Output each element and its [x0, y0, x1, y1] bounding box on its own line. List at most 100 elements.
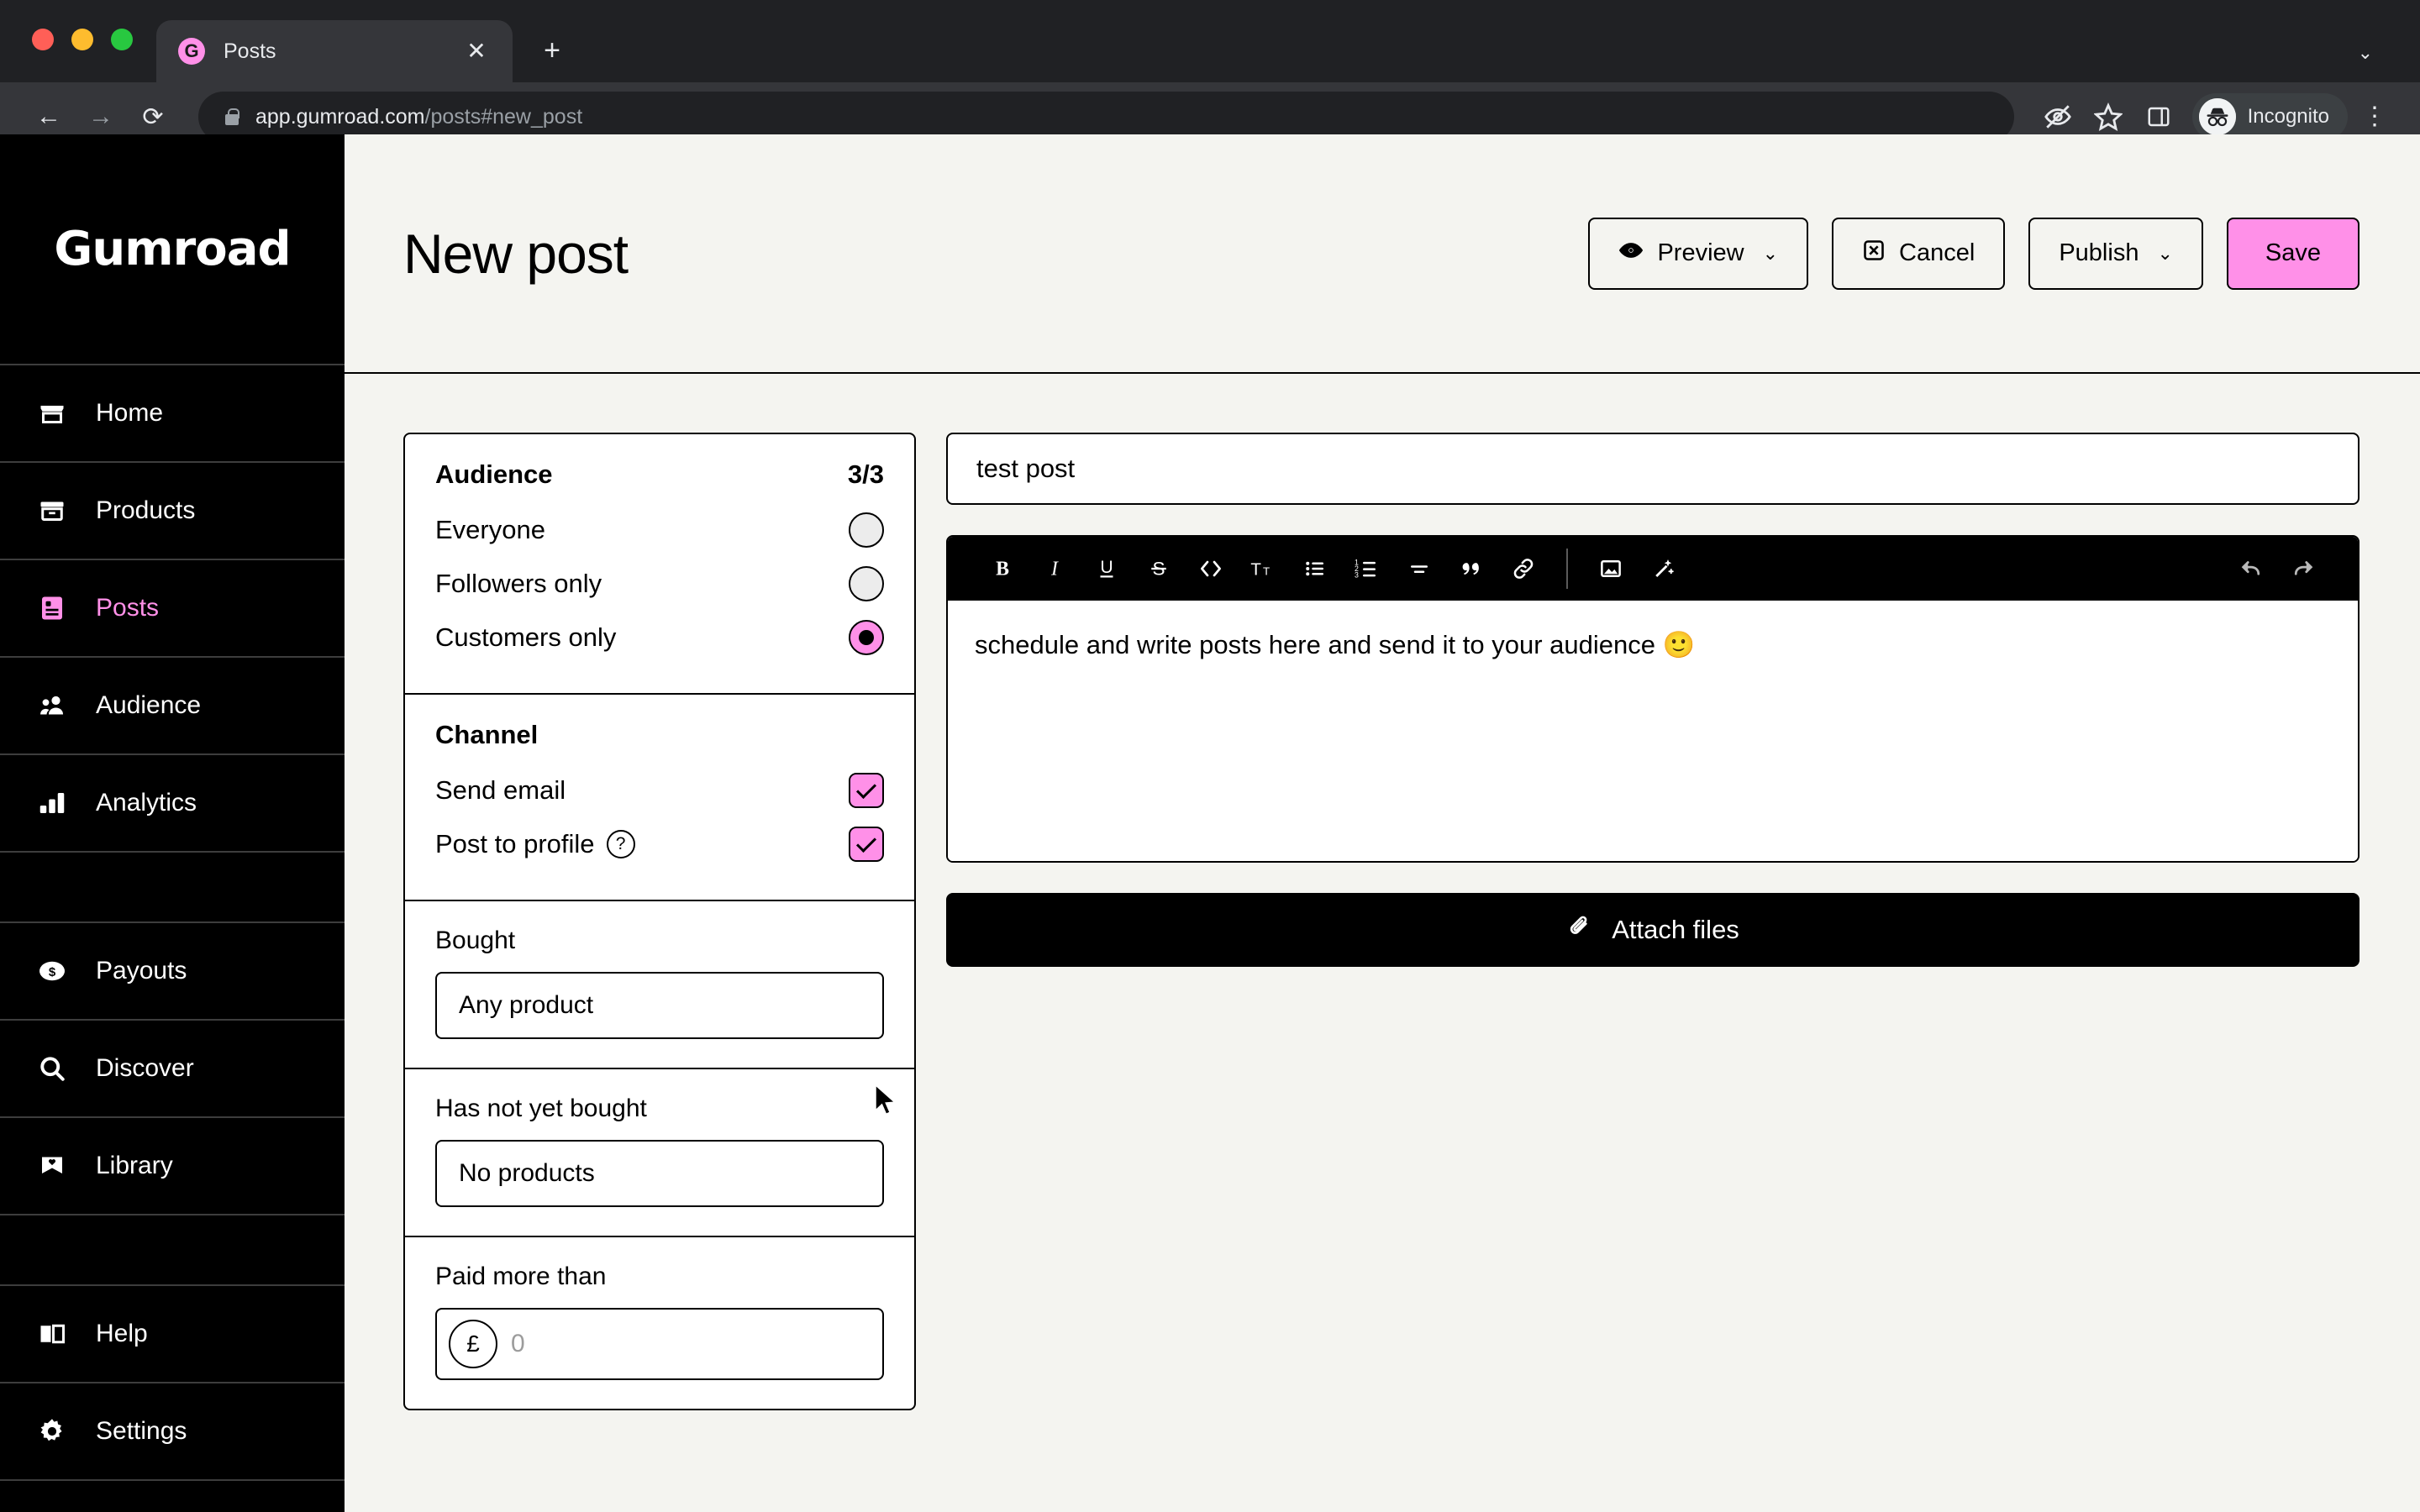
chevron-down-icon[interactable]: ⌄ [2358, 42, 2373, 64]
checkbox-post-to-profile[interactable] [849, 827, 884, 862]
underline-icon[interactable]: U [1081, 543, 1133, 595]
audience-section: Audience 3/3 Everyone Followers only Cus… [405, 434, 914, 695]
strikethrough-icon[interactable]: S [1133, 543, 1185, 595]
bullet-list-icon[interactable] [1289, 543, 1341, 595]
radio-everyone[interactable] [849, 512, 884, 548]
attach-files-label: Attach files [1612, 915, 1739, 944]
bought-section: Bought Any product [405, 901, 914, 1069]
page-title: New post [403, 222, 629, 285]
sidebar-item-analytics[interactable]: Analytics [0, 755, 345, 853]
tab-favicon-icon: G [178, 38, 205, 65]
redo-arrow-icon[interactable] [2277, 543, 2329, 595]
text-size-icon[interactable]: TT [1237, 543, 1289, 595]
rich-text-editor: B I U S T T 1 2 3 schedule and write pos… [946, 535, 2360, 863]
channel-option-post-to-profile[interactable]: Post to profile ? [435, 817, 884, 871]
star-icon[interactable] [2086, 95, 2130, 139]
minimize-window-button[interactable] [71, 29, 93, 50]
close-icon[interactable]: ✕ [462, 39, 491, 63]
bar-chart-icon [35, 786, 69, 820]
sidebar-item-settings[interactable]: Settings [0, 1383, 345, 1481]
sidebar-item-home[interactable]: Home [0, 365, 345, 463]
post-title-value: test post [976, 454, 1076, 483]
sidebar-item-label: Help [96, 1320, 148, 1347]
page-header: New post Preview ⌄ Cancel Publish ⌄ Save [345, 134, 2420, 374]
sidebar-item-label: Discover [96, 1054, 194, 1082]
forward-arrow-icon[interactable]: → [77, 93, 124, 140]
browser-tab[interactable]: G Posts ✕ [156, 20, 513, 82]
sidebar-item-label: Library [96, 1152, 173, 1179]
audience-option-followers[interactable]: Followers only [435, 557, 884, 611]
publish-button[interactable]: Publish ⌄ [2028, 217, 2203, 290]
undo-arrow-icon[interactable] [2225, 543, 2277, 595]
post-title-input[interactable]: test post [946, 433, 2360, 505]
image-icon[interactable] [1585, 543, 1637, 595]
browser-window: G Posts ✕ + ⌄ ← → ⟳ app.gumroad.com/post… [0, 0, 2420, 1512]
checkbox-send-email[interactable] [849, 773, 884, 808]
save-button[interactable]: Save [2226, 217, 2360, 290]
profile-chip[interactable]: Incognito [2191, 93, 2348, 140]
dollar-coin-icon: $ [35, 954, 69, 988]
price-placeholder: 0 [511, 1330, 525, 1357]
chevron-down-icon: ⌄ [2157, 242, 2173, 264]
option-label: Everyone [435, 515, 545, 544]
blockquote-icon[interactable] [1445, 543, 1497, 595]
paid-more-than-input[interactable]: £ 0 [435, 1308, 884, 1380]
app-logo[interactable]: Gumroad [0, 134, 345, 365]
storefront-icon [35, 396, 69, 430]
audience-option-customers[interactable]: Customers only [435, 611, 884, 664]
app-root: Gumroad Home Products Posts Audience Ana… [0, 134, 2420, 1512]
save-label: Save [2265, 239, 2321, 266]
audience-option-everyone[interactable]: Everyone [435, 503, 884, 557]
bought-select[interactable]: Any product [435, 972, 884, 1039]
sidebar: Gumroad Home Products Posts Audience Ana… [0, 134, 345, 1512]
lock-icon [224, 107, 240, 127]
horizontal-rule-icon[interactable] [1393, 543, 1445, 595]
radio-customers-only[interactable] [849, 620, 884, 655]
side-panel-icon[interactable] [2137, 95, 2181, 139]
not-bought-select[interactable]: No products [435, 1140, 884, 1207]
channel-option-send-email[interactable]: Send email [435, 764, 884, 817]
numbered-list-icon[interactable]: 123 [1341, 543, 1393, 595]
sidebar-item-discover[interactable]: Discover [0, 1021, 345, 1118]
sidebar-item-payouts[interactable]: $ Payouts [0, 923, 345, 1021]
option-label: Customers only [435, 622, 617, 652]
sidebar-item-posts[interactable]: Posts [0, 560, 345, 658]
post-body-editor[interactable]: schedule and write posts here and send i… [948, 601, 2358, 861]
preview-button[interactable]: Preview ⌄ [1588, 217, 1809, 290]
sidebar-item-library[interactable]: Library [0, 1118, 345, 1215]
close-window-button[interactable] [32, 29, 54, 50]
italic-icon[interactable]: I [1028, 543, 1081, 595]
option-label: Post to profile [435, 829, 595, 858]
eye-slash-icon[interactable] [2036, 95, 2080, 139]
new-tab-button[interactable]: + [533, 34, 571, 67]
bought-value: Any product [459, 991, 594, 1019]
question-mark-icon[interactable]: ? [606, 830, 635, 858]
people-icon [35, 689, 69, 722]
post-editor-column: test post B I U S T T 1 2 3 schedule and… [946, 433, 2360, 1512]
search-icon [35, 1052, 69, 1085]
kebab-menu-icon[interactable]: ⋮ [2354, 104, 2395, 129]
svg-text:B: B [996, 559, 1009, 580]
window-controls[interactable] [32, 29, 133, 50]
code-icon[interactable] [1185, 543, 1237, 595]
radio-followers-only[interactable] [849, 566, 884, 601]
maximize-window-button[interactable] [111, 29, 133, 50]
magic-wand-icon[interactable] [1637, 543, 1689, 595]
profile-label: Incognito [2247, 105, 2329, 128]
sidebar-item-label: Home [96, 399, 164, 427]
sidebar-item-products[interactable]: Products [0, 463, 345, 560]
paid-more-than-label: Paid more than [435, 1263, 607, 1290]
attach-files-button[interactable]: Attach files [946, 893, 2360, 967]
sidebar-item-audience[interactable]: Audience [0, 658, 345, 755]
option-label: Send email [435, 775, 566, 805]
toolbar-icons: Incognito ⋮ [2036, 93, 2395, 140]
back-arrow-icon[interactable]: ← [25, 93, 72, 140]
bought-label: Bought [435, 927, 516, 954]
reload-icon[interactable]: ⟳ [129, 93, 176, 140]
sidebar-item-label: Audience [96, 691, 202, 719]
link-icon[interactable] [1497, 543, 1549, 595]
sidebar-item-help[interactable]: Help [0, 1286, 345, 1383]
browser-titlebar: G Posts ✕ + ⌄ [0, 0, 2420, 82]
cancel-button[interactable]: Cancel [1832, 217, 2006, 290]
bold-icon[interactable]: B [976, 543, 1028, 595]
